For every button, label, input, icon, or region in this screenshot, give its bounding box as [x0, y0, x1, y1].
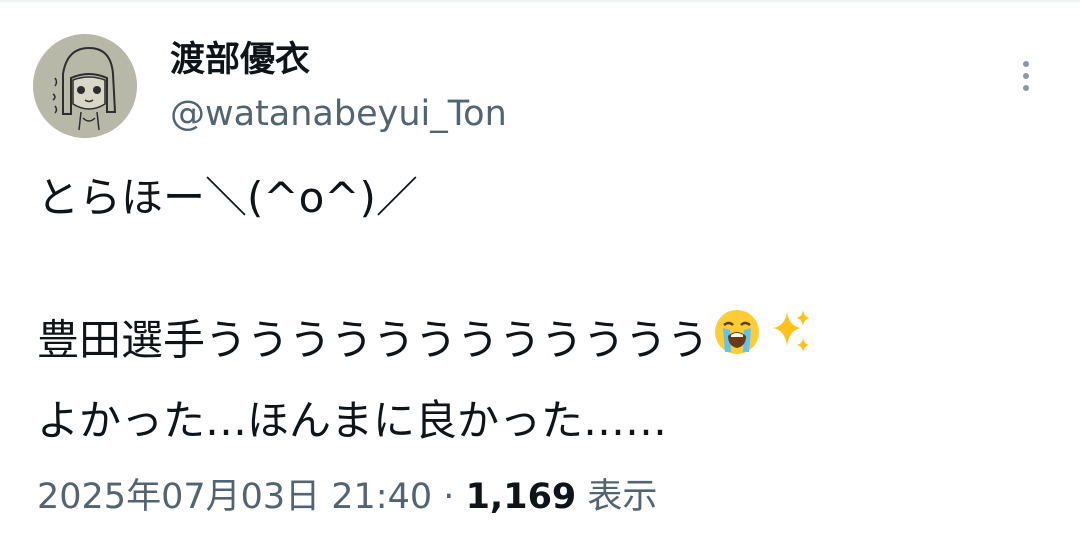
- tweet-text-line: とらほー＼(^o^)／: [37, 173, 418, 222]
- avatar[interactable]: [33, 34, 137, 138]
- views-count[interactable]: 1,169: [466, 477, 577, 517]
- more-dot-icon: [1023, 61, 1029, 67]
- tweet-text-segment: 豊田選手うううううううううううう: [37, 315, 710, 365]
- tweet-text-line: よかった…ほんまに良かった……: [37, 396, 668, 445]
- more-dot-icon: [1023, 73, 1029, 79]
- top-divider: [0, 0, 1080, 2]
- loudly-crying-face-icon: [713, 308, 761, 370]
- avatar-drawing-icon: [33, 34, 137, 138]
- more-options-button[interactable]: [1006, 52, 1046, 100]
- meta-separator: ·: [443, 477, 455, 517]
- views-label: 表示: [587, 477, 658, 517]
- tweet-timestamp[interactable]: 2025年07月03日 21:40: [37, 477, 432, 517]
- tweet-meta: 2025年07月03日 21:40 · 1,169 表示: [37, 473, 657, 521]
- author-handle[interactable]: @watanabeyui_Ton: [170, 90, 507, 138]
- author-display-name[interactable]: 渡部優衣: [170, 36, 310, 84]
- tweet-text-line: 豊田選手うううううううううううう: [37, 310, 813, 374]
- more-dot-icon: [1023, 85, 1029, 91]
- sparkles-icon: [765, 308, 813, 370]
